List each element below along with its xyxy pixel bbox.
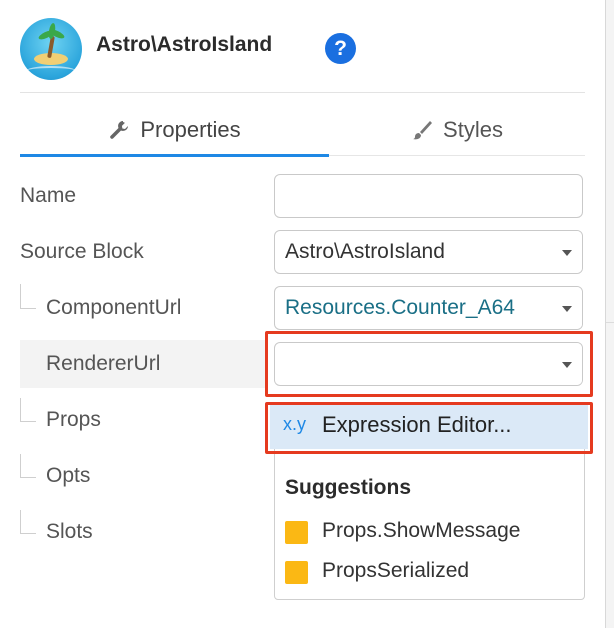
tree-guide xyxy=(20,308,36,309)
chevron-down-icon xyxy=(562,306,572,312)
source-block-value: Astro\AstroIsland xyxy=(285,240,445,263)
help-icon[interactable]: ? xyxy=(325,33,356,64)
component-url-label: ComponentUrl xyxy=(46,296,182,319)
tab-styles-label: Styles xyxy=(443,117,503,142)
slots-label: Slots xyxy=(46,520,93,543)
tree-guide xyxy=(20,421,36,422)
expression-editor-highlight-box xyxy=(265,402,593,454)
renderer-url-highlight-box xyxy=(265,331,593,397)
props-label: Props xyxy=(46,408,101,431)
tropical-island-icon xyxy=(20,18,82,80)
source-block-label: Source Block xyxy=(20,240,144,263)
canvas-divider xyxy=(606,322,614,323)
wrench-icon xyxy=(110,121,129,139)
opts-label: Opts xyxy=(46,464,91,487)
tree-guide xyxy=(20,284,21,308)
tab-properties[interactable]: Properties xyxy=(20,110,329,150)
canvas-background xyxy=(606,0,614,628)
tab-styles[interactable]: Styles xyxy=(329,110,585,150)
suggestion-marker-icon xyxy=(285,561,308,584)
name-label: Name xyxy=(20,184,77,207)
suggestion-item[interactable]: PropsSerialized xyxy=(322,559,469,583)
block-title: Astro\AstroIsland xyxy=(96,33,273,56)
suggestion-item[interactable]: Props.ShowMessage xyxy=(322,519,520,543)
chevron-down-icon xyxy=(562,250,572,256)
renderer-url-label: RendererUrl xyxy=(46,352,161,375)
component-url-value: Resources.Counter_A64 xyxy=(285,296,515,319)
tree-guide xyxy=(20,454,21,478)
suggestions-heading: Suggestions xyxy=(285,476,412,499)
name-input[interactable] xyxy=(274,174,583,218)
tab-divider xyxy=(329,155,585,156)
header-divider xyxy=(20,92,585,93)
suggestion-marker-icon xyxy=(285,521,308,544)
tree-guide xyxy=(20,477,36,478)
brush-icon xyxy=(413,121,433,140)
source-block-select[interactable]: Astro\AstroIsland xyxy=(274,230,583,274)
component-url-select[interactable]: Resources.Counter_A64 xyxy=(274,286,583,330)
tree-guide xyxy=(20,398,21,422)
tab-properties-label: Properties xyxy=(140,117,241,142)
active-tab-indicator xyxy=(20,154,329,157)
tree-guide xyxy=(20,510,21,534)
tree-guide xyxy=(20,533,36,534)
